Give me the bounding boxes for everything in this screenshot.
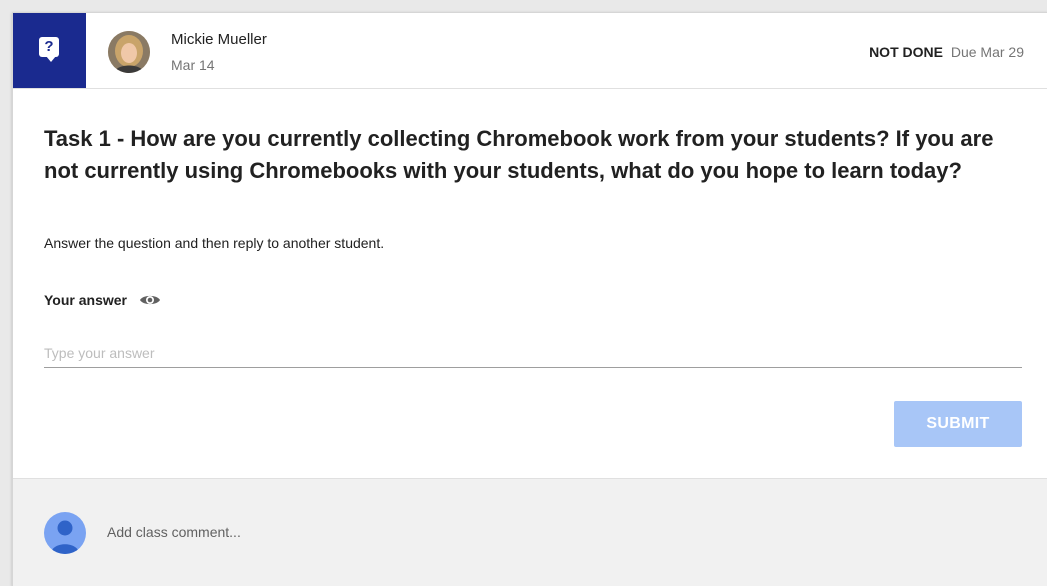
due-date: Due Mar 29 <box>950 44 1024 60</box>
question-instructions: Answer the question and then reply to an… <box>44 235 385 251</box>
add-comment-field[interactable]: Add class comment... <box>107 524 241 540</box>
post-date: Mar 14 <box>171 57 215 73</box>
eye-icon[interactable] <box>139 292 161 308</box>
author-name[interactable]: Mickie Mueller <box>171 31 267 48</box>
status-area: NOT DONE Due Mar 29 <box>869 44 1024 60</box>
question-title: Task 1 - How are you currently collectin… <box>44 126 994 183</box>
answer-label: Your answer <box>44 292 127 308</box>
author-photo <box>108 31 150 73</box>
comment-bar: Add class comment... <box>13 478 1047 586</box>
status-badge: NOT DONE <box>869 44 943 60</box>
author-avatar[interactable] <box>108 31 150 73</box>
question-icon: ? <box>39 37 59 57</box>
answer-input[interactable] <box>44 339 1022 368</box>
question-card: ? Mickie Mueller Mar 14 NOT DONE Due Mar… <box>12 12 1047 586</box>
person-icon <box>44 512 86 554</box>
submit-button[interactable]: SUBMIT <box>894 401 1022 447</box>
question-badge: ? <box>13 13 86 88</box>
post-header: ? Mickie Mueller Mar 14 NOT DONE Due Mar… <box>13 13 1047 89</box>
question-icon-tail <box>46 56 56 62</box>
answer-label-row: Your answer <box>44 292 161 308</box>
